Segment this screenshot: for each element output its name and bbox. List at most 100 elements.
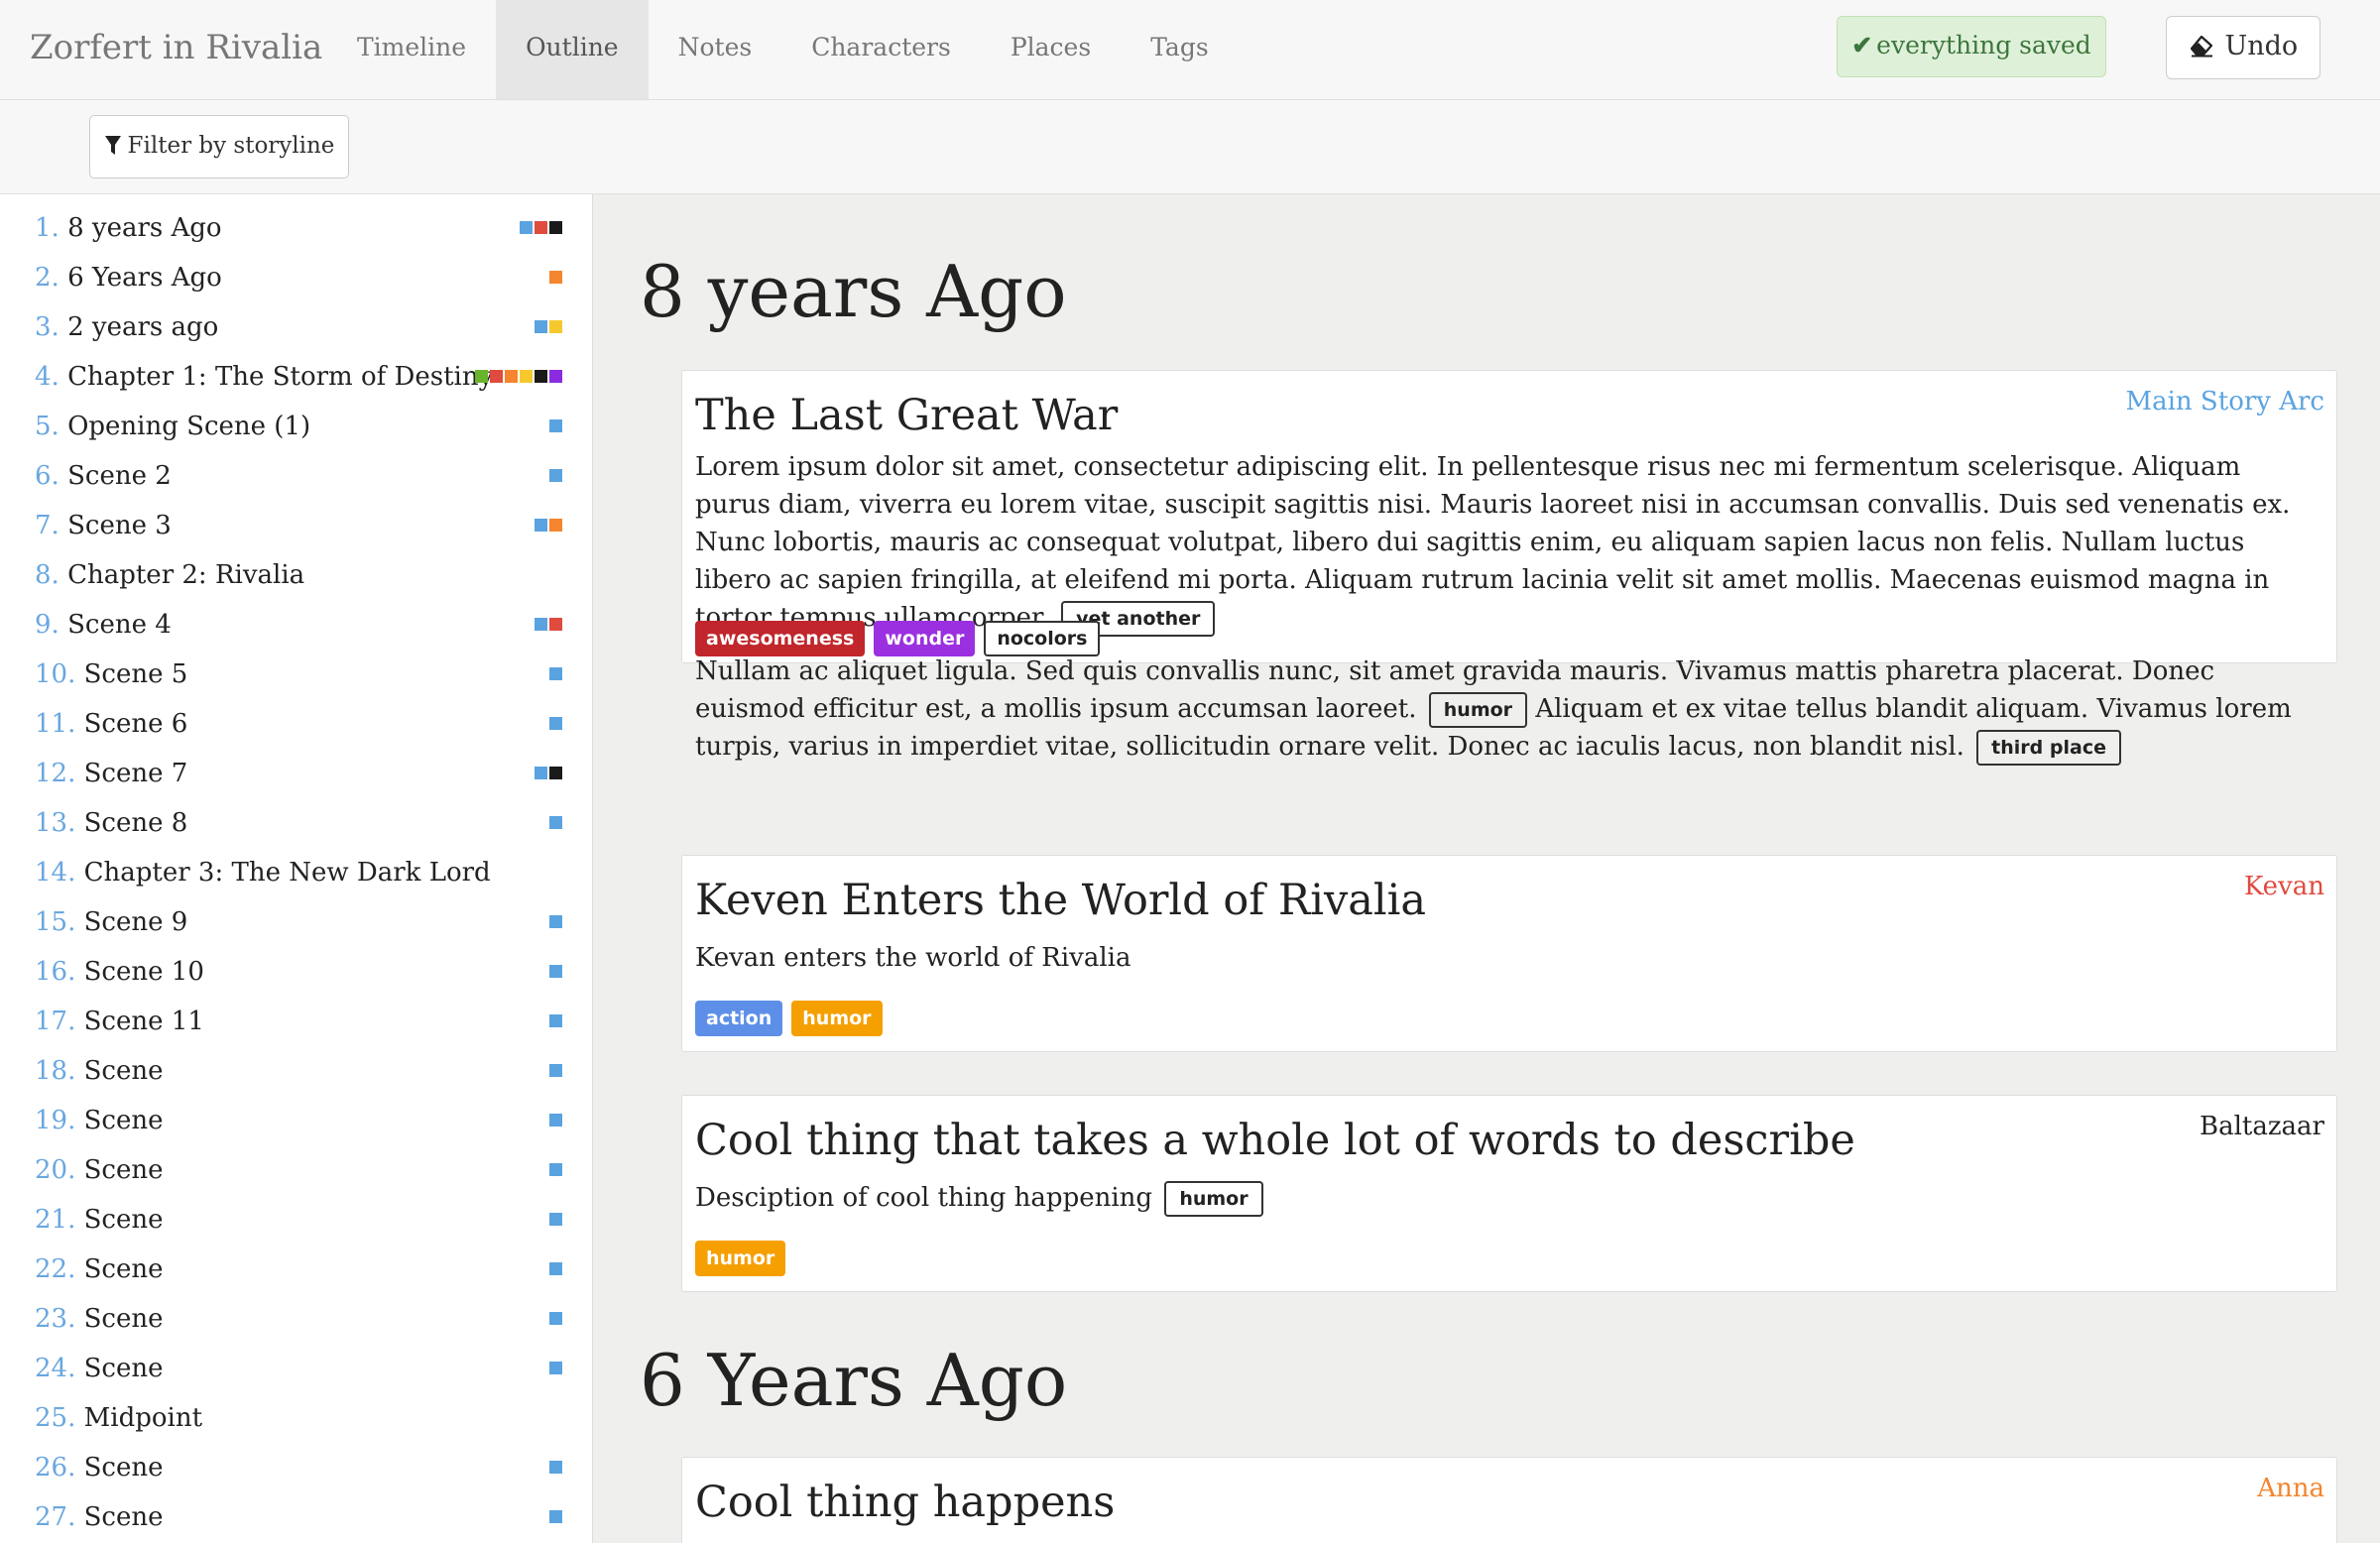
sidebar-item[interactable]: 7. Scene 3 (35, 506, 562, 545)
storyline-dot (549, 767, 562, 779)
tab-outline[interactable]: Outline (496, 0, 649, 99)
project-title[interactable]: Zorfert in Rivalia (30, 0, 322, 100)
scene-description[interactable]: Lorem ipsum dolor sit amet, consectetur … (695, 448, 2321, 781)
storyline-color-dots (549, 1213, 562, 1227)
scene-description[interactable]: Kevan enters the world of Rivalia (695, 939, 2321, 977)
storyline-color-dots (549, 1114, 562, 1128)
storyline-dot (549, 1064, 562, 1077)
tab-timeline[interactable]: Timeline (327, 0, 496, 99)
storyline-label: Main Story Arc (2125, 387, 2324, 416)
sidebar-item[interactable]: 12. Scene 7 (35, 754, 562, 793)
sidebar-item-label: Scene (83, 1254, 164, 1284)
storyline-color-dots (535, 767, 562, 780)
storyline-color-dots (535, 618, 562, 632)
storyline-dot (549, 667, 562, 680)
scene-card[interactable]: Cool thing happens Anna (681, 1457, 2337, 1543)
inline-tag[interactable]: humor (1164, 1181, 1263, 1217)
scene-card[interactable]: Keven Enters the World of Rivalia Kevan … (681, 855, 2337, 1052)
sidebar-item[interactable]: 10. Scene 5 (35, 654, 562, 694)
sidebar-item[interactable]: 11. Scene 6 (35, 704, 562, 744)
tag-badge[interactable]: wonder (874, 621, 976, 656)
storyline-dot (535, 767, 547, 779)
storyline-dot (549, 1163, 562, 1176)
storyline-dot (549, 271, 562, 284)
sidebar-item[interactable]: 21. Scene (35, 1200, 562, 1240)
tag-badge[interactable]: action (695, 1001, 783, 1036)
storyline-dot (549, 965, 562, 978)
sidebar-item-number: 9. (35, 610, 60, 640)
scene-card[interactable]: The Last Great War Main Story Arc Lorem … (681, 370, 2337, 766)
inline-tag[interactable]: third place (1976, 730, 2121, 766)
sidebar-item-number: 25. (35, 1403, 76, 1433)
sidebar-item-number: 16. (35, 957, 76, 987)
sidebar-item[interactable]: 19. Scene (35, 1101, 562, 1140)
scene-card[interactable]: Cool thing that takes a whole lot of wor… (681, 1095, 2337, 1292)
sidebar-item[interactable]: 27. Scene (35, 1497, 562, 1537)
sidebar-item-number: 8. (35, 560, 60, 590)
storyline-dot (475, 370, 488, 383)
tab-tags[interactable]: Tags (1121, 0, 1238, 99)
storyline-dot (549, 370, 562, 383)
sidebar-item-number: 20. (35, 1155, 76, 1185)
sidebar-item[interactable]: 24. Scene (35, 1349, 562, 1388)
sidebar-item[interactable]: 25. Midpoint (35, 1398, 562, 1438)
tab-places[interactable]: Places (981, 0, 1121, 99)
sidebar-item[interactable]: 23. Scene (35, 1299, 562, 1339)
tag-badge[interactable]: nocolors (984, 621, 1101, 656)
sidebar-item-number: 13. (35, 808, 76, 838)
sidebar-item-label: 8 years Ago (67, 213, 222, 243)
storyline-dot (549, 519, 562, 532)
storyline-color-dots (549, 1014, 562, 1028)
eraser-icon (2189, 31, 2225, 61)
tab-characters[interactable]: Characters (781, 0, 981, 99)
storyline-label: Anna (2257, 1474, 2324, 1503)
sidebar-item[interactable]: 3. 2 years ago (35, 307, 562, 347)
tag-badge[interactable]: awesomeness (695, 621, 866, 656)
scene-title[interactable]: The Last Great War (695, 392, 1118, 439)
sidebar-item[interactable]: 16. Scene 10 (35, 952, 562, 992)
scene-description[interactable]: Desciption of cool thing happening humor (695, 1179, 2321, 1217)
sidebar-item[interactable]: 18. Scene (35, 1051, 562, 1091)
sidebar-item[interactable]: 22. Scene (35, 1249, 562, 1289)
storyline-dot (549, 618, 562, 631)
undo-button[interactable]: Undo (2166, 16, 2320, 79)
top-navbar: Zorfert in Rivalia Timeline Outline Note… (0, 0, 2380, 100)
sidebar-item[interactable]: 8. Chapter 2: Rivalia (35, 555, 562, 595)
sidebar-item[interactable]: 14. Chapter 3: The New Dark Lord (35, 853, 562, 892)
sidebar-item[interactable]: 15. Scene 9 (35, 902, 562, 942)
sidebar-item-label: Opening Scene (1) (67, 412, 311, 441)
storyline-color-dots (549, 1461, 562, 1475)
sidebar-item[interactable]: 20. Scene (35, 1150, 562, 1190)
sidebar-item[interactable]: 4. Chapter 1: The Storm of Destiny (35, 357, 562, 397)
sidebar-item[interactable]: 17. Scene 11 (35, 1002, 562, 1041)
storyline-dot (549, 1014, 562, 1027)
outline-sidebar: 1. 8 years Ago 2. 6 Years Ago 3. 2 years a… (0, 194, 593, 1543)
storyline-color-dots (549, 965, 562, 979)
sidebar-item-number: 3. (35, 312, 60, 342)
sidebar-item[interactable]: 26. Scene (35, 1448, 562, 1487)
sidebar-item[interactable]: 1. 8 years Ago (35, 208, 562, 248)
scene-tags: action humor (695, 1001, 883, 1036)
filter-by-storyline-button[interactable]: Filter by storyline (89, 115, 349, 178)
sidebar-item[interactable]: 6. Scene 2 (35, 456, 562, 496)
sidebar-item[interactable]: 2. 6 Years Ago (35, 258, 562, 297)
sidebar-item-number: 24. (35, 1354, 76, 1383)
sidebar-item[interactable]: 9. Scene 4 (35, 605, 562, 645)
scene-title[interactable]: Keven Enters the World of Rivalia (695, 877, 1426, 924)
inline-tag[interactable]: humor (1428, 692, 1528, 728)
chapter-heading: 8 years Ago (640, 250, 1067, 333)
scene-title[interactable]: Cool thing happens (695, 1479, 1115, 1526)
storyline-color-dots (549, 419, 562, 433)
storyline-dot (535, 221, 547, 234)
sidebar-item-label: Scene 3 (67, 511, 172, 540)
sidebar-item[interactable]: 5. Opening Scene (1) (35, 407, 562, 446)
storyline-label: Baltazaar (2199, 1112, 2324, 1141)
main-tabs: Timeline Outline Notes Characters Places… (327, 0, 1239, 99)
tag-badge[interactable]: humor (791, 1001, 883, 1036)
sidebar-item-number: 23. (35, 1304, 76, 1334)
storyline-dot (505, 370, 518, 383)
tab-notes[interactable]: Notes (649, 0, 782, 99)
scene-title[interactable]: Cool thing that takes a whole lot of wor… (695, 1117, 1855, 1164)
sidebar-item[interactable]: 13. Scene 8 (35, 803, 562, 843)
tag-badge[interactable]: humor (695, 1241, 786, 1276)
